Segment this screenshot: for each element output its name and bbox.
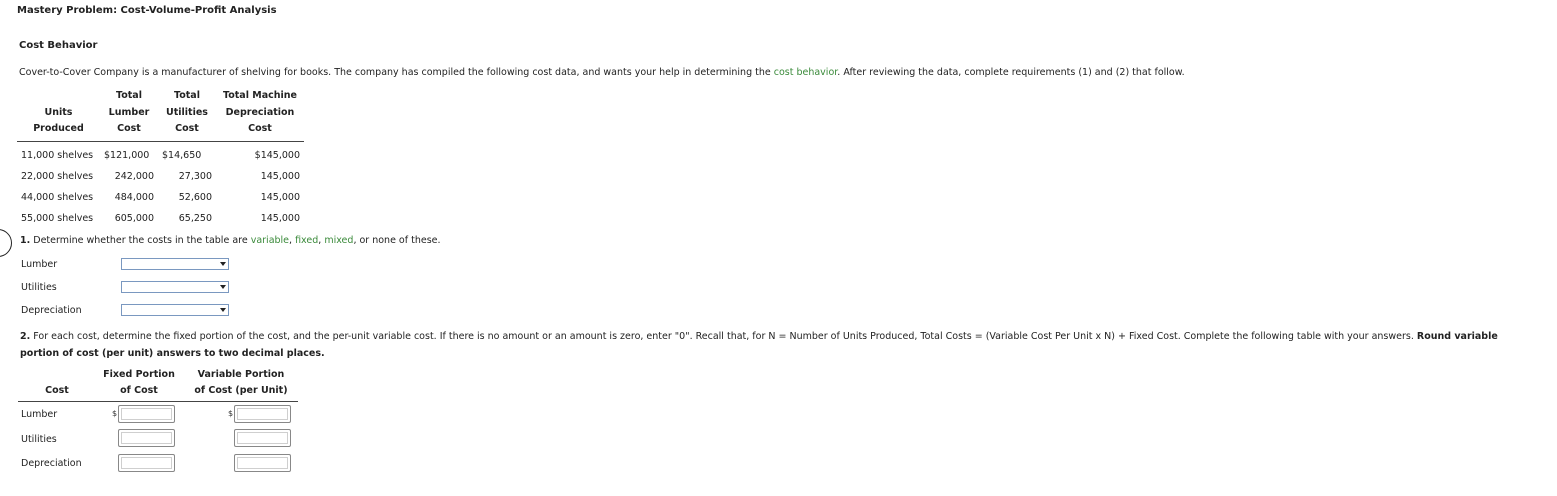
header-depreciation-line2: Depreciation <box>225 106 295 118</box>
answer-table-divider <box>18 401 298 402</box>
header-depreciation-line1: Total Machine <box>223 90 297 101</box>
answer-header-fixed: Fixed Portion of Cost <box>96 367 182 399</box>
cell-lumber: 484,000 <box>114 191 154 203</box>
question-2: 2. For each cost, determine the fixed po… <box>20 328 1540 362</box>
currency-symbol: $ <box>112 409 118 418</box>
header-lumber-line1: Total <box>116 90 142 101</box>
utilities-fixed-input[interactable] <box>118 429 175 447</box>
cell-units: 11,000 shelves <box>21 149 94 161</box>
depreciation-behavior-select[interactable] <box>121 304 229 316</box>
chevron-down-icon <box>220 262 226 266</box>
header-utilities-line3: Cost <box>158 121 216 142</box>
cell-depreciation: 145,000 <box>260 170 300 182</box>
intro-text-end: . After reviewing the data, complete req… <box>837 67 1185 78</box>
cell-depreciation: 145,000 <box>260 191 300 203</box>
lumber-fixed-input[interactable] <box>118 405 175 423</box>
depreciation-variable-input[interactable] <box>234 454 291 472</box>
intro-text: Cover-to-Cover Company is a manufacturer… <box>19 67 774 78</box>
answer-header-fixed-line1: Fixed Portion <box>103 369 175 380</box>
lumber-variable-input[interactable] <box>234 405 291 423</box>
header-lumber-line2: Lumber <box>108 106 150 118</box>
cell-depreciation: 145,000 <box>260 212 300 224</box>
table-row: 44,000 shelves 484,000 52,600 145,000 <box>17 187 304 208</box>
question-1-number: 1. <box>20 235 31 246</box>
cell-units: 44,000 shelves <box>21 191 94 203</box>
page-title: Mastery Problem: Cost-Volume-Profit Anal… <box>17 5 277 16</box>
cell-lumber: 242,000 <box>114 170 154 182</box>
cell-depreciation: $145,000 <box>254 149 300 161</box>
answer-header-cost: Cost <box>45 385 69 396</box>
mixed-link[interactable]: mixed <box>324 235 353 246</box>
lumber-label: Lumber <box>21 259 58 270</box>
variable-link[interactable]: variable <box>251 235 289 246</box>
answer-row-label: Depreciation <box>21 458 82 469</box>
currency-symbol: $ <box>228 409 234 418</box>
header-units-line2: Produced <box>17 121 100 142</box>
header-depreciation-line3: Cost <box>216 121 304 142</box>
cell-units: 55,000 shelves <box>21 212 94 224</box>
cost-behavior-link[interactable]: cost behavior <box>774 67 838 78</box>
lumber-behavior-select[interactable] <box>121 258 229 270</box>
question-1: 1. Determine whether the costs in the ta… <box>20 235 441 246</box>
header-lumber-line3: Cost <box>100 121 158 142</box>
depreciation-fixed-input[interactable] <box>118 454 175 472</box>
answer-header-variable-line1: Variable Portion <box>197 369 285 380</box>
answer-row-label: Lumber <box>21 409 58 420</box>
answer-header-fixed-line2: of Cost <box>120 385 158 396</box>
table-row: 22,000 shelves 242,000 27,300 145,000 <box>17 166 304 187</box>
utilities-label: Utilities <box>21 282 57 293</box>
chevron-down-icon <box>220 308 226 312</box>
answer-header-variable: Variable Portion of Cost (per Unit) <box>184 367 298 399</box>
cell-utilities: 65,250 <box>178 212 212 224</box>
depreciation-label: Depreciation <box>21 305 82 316</box>
chevron-down-icon <box>220 285 226 289</box>
header-utilities-line1: Total <box>174 90 200 101</box>
utilities-behavior-select[interactable] <box>121 281 229 293</box>
utilities-variable-input[interactable] <box>234 429 291 447</box>
question-1-text: Determine whether the costs in the table… <box>30 235 251 246</box>
question-2-number: 2. <box>20 331 31 342</box>
question-2-text: For each cost, determine the fixed porti… <box>30 331 1417 342</box>
question-marker-circle <box>0 229 12 257</box>
section-title: Cost Behavior <box>19 40 98 51</box>
header-units-line1: Units <box>44 106 73 118</box>
cell-lumber: $121,000 <box>104 149 150 161</box>
cell-units: 22,000 shelves <box>21 170 94 182</box>
intro-paragraph: Cover-to-Cover Company is a manufacturer… <box>19 67 1185 78</box>
cell-utilities: 52,600 <box>178 191 212 203</box>
fixed-link[interactable]: fixed <box>295 235 318 246</box>
cost-data-table: Total Total Total Machine Units Lumber U… <box>17 88 304 229</box>
answer-header-variable-line2: of Cost (per Unit) <box>194 385 288 396</box>
header-utilities-line2: Utilities <box>166 106 208 118</box>
cell-lumber: 605,000 <box>114 212 154 224</box>
table-row: 11,000 shelves $121,000 $14,650 $145,000 <box>17 141 304 166</box>
answer-row-label: Utilities <box>21 434 57 445</box>
cell-utilities: 27,300 <box>178 170 212 182</box>
table-row: 55,000 shelves 605,000 65,250 145,000 <box>17 208 304 229</box>
cell-utilities: $14,650 <box>162 149 202 161</box>
